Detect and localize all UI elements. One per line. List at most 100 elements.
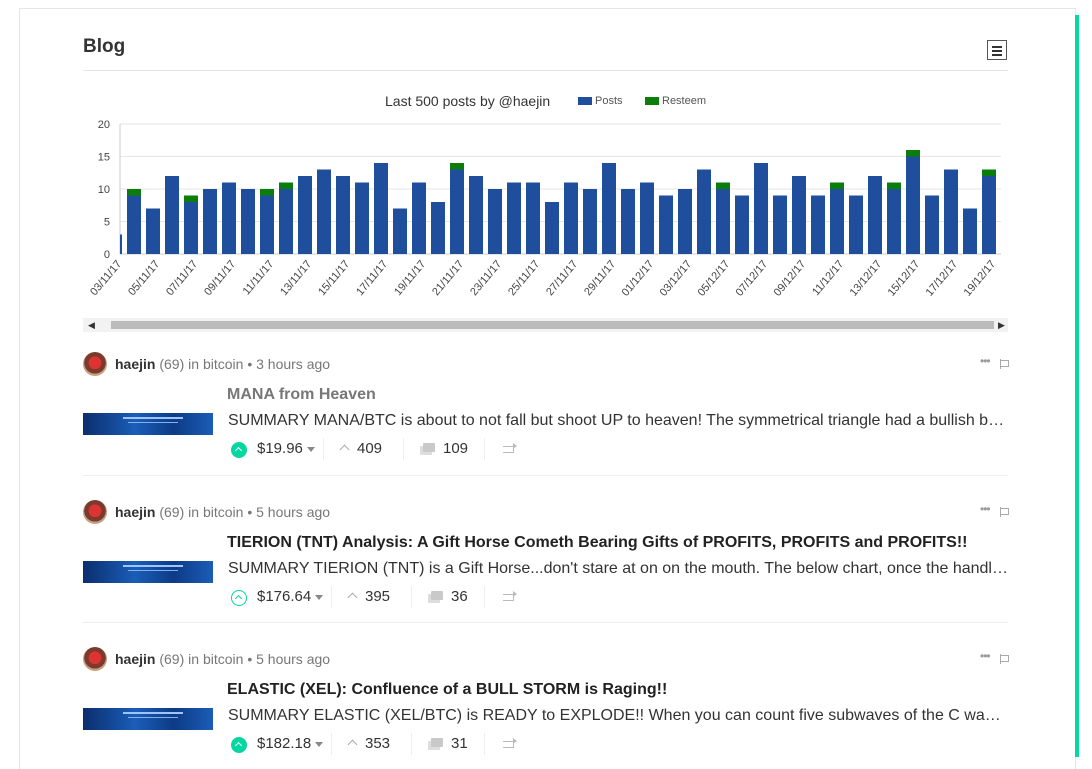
bar-resteem [716, 182, 730, 189]
divider [323, 438, 324, 460]
bar-posts [120, 234, 122, 254]
x-tick-label: 07/11/17 [164, 258, 200, 298]
comment-count[interactable]: 36 [451, 588, 468, 605]
upvote-icon[interactable] [231, 590, 247, 606]
legend-resteem[interactable]: Resteem [645, 95, 706, 107]
divider [331, 586, 332, 608]
post-divider [83, 475, 1008, 476]
avatar[interactable] [83, 352, 107, 376]
in-label: in [188, 356, 200, 372]
avatar[interactable] [83, 647, 107, 671]
x-tick-label: 23/11/17 [468, 258, 504, 298]
resteem-icon[interactable] [503, 443, 517, 453]
chart-scrollbar[interactable]: ◀ ▶ [83, 318, 1008, 332]
comment-count[interactable]: 31 [451, 735, 468, 752]
bar-posts [906, 156, 920, 254]
y-tick-label: 20 [98, 119, 110, 131]
vote-count[interactable]: 395 [365, 588, 390, 605]
legend-posts[interactable]: Posts [578, 95, 623, 107]
upvote-icon[interactable] [231, 737, 247, 753]
bar-posts [146, 208, 160, 254]
author-reputation: (69) [159, 504, 185, 520]
chart-title: Last 500 posts by @haejin [385, 93, 551, 109]
x-tick-label: 13/12/17 [848, 258, 885, 299]
payout-value: $182.18 [257, 735, 312, 752]
vote-count[interactable]: 353 [365, 735, 390, 752]
scroll-thumb[interactable] [111, 321, 994, 329]
payout[interactable]: $182.18 [257, 735, 324, 752]
comments-icon[interactable] [420, 443, 435, 455]
post-thumbnail[interactable] [83, 413, 213, 435]
author-link[interactable]: haejin [115, 504, 155, 520]
bar-posts [982, 176, 996, 254]
scroll-right-icon[interactable]: ▶ [998, 320, 1005, 331]
bar-posts [355, 182, 369, 254]
payout[interactable]: $176.64 [257, 588, 324, 605]
scroll-left-icon[interactable]: ◀ [88, 320, 95, 331]
bar-posts [716, 189, 730, 254]
comments-icon[interactable] [428, 591, 443, 603]
bar-posts [184, 202, 198, 254]
post-time[interactable]: 5 hours ago [256, 504, 330, 520]
legend-label-resteem: Resteem [662, 95, 707, 107]
bar-posts [317, 169, 331, 254]
bar-resteem [184, 195, 198, 202]
x-tick-label: 19/12/17 [962, 258, 999, 299]
post-time[interactable]: 5 hours ago [256, 651, 330, 667]
post-title[interactable]: TIERION (TNT) Analysis: A Gift Horse Com… [227, 534, 967, 552]
bar-posts [165, 176, 179, 254]
author-reputation: (69) [159, 651, 185, 667]
upvote-icon[interactable] [231, 442, 247, 458]
more-menu-icon[interactable]: ••• [980, 502, 991, 516]
more-menu-icon[interactable]: ••• [980, 354, 991, 368]
bar-posts [887, 189, 901, 254]
y-tick-label: 15 [98, 152, 110, 164]
view-toggle-icon[interactable] [987, 40, 1007, 60]
x-tick-label: 15/12/17 [886, 258, 923, 299]
y-tick-label: 0 [104, 249, 110, 261]
bar-posts [526, 182, 540, 254]
resteem-icon[interactable] [503, 591, 517, 601]
resteem-icon[interactable] [503, 738, 517, 748]
x-tick-label: 17/12/17 [924, 258, 961, 299]
avatar[interactable] [83, 500, 107, 524]
author-reputation: (69) [159, 356, 185, 372]
post-divider [83, 622, 1008, 623]
x-tick-label: 03/12/17 [658, 258, 695, 299]
category-link[interactable]: bitcoin [203, 651, 243, 667]
flag-icon[interactable] [1000, 654, 1009, 664]
author-link[interactable]: haejin [115, 356, 155, 372]
post-summary[interactable]: SUMMARY MANA/BTC is about to not fall bu… [228, 412, 1008, 430]
post-title[interactable]: ELASTIC (XEL): Confluence of a BULL STOR… [227, 681, 667, 699]
post-title[interactable]: MANA from Heaven [227, 386, 376, 404]
vote-count[interactable]: 409 [357, 440, 382, 457]
post-summary[interactable]: SUMMARY TIERION (TNT) is a Gift Horse...… [228, 560, 1008, 578]
bar-posts [393, 208, 407, 254]
author-link[interactable]: haejin [115, 651, 155, 667]
right-accent-bar [1075, 15, 1079, 757]
x-tick-label: 09/11/17 [202, 258, 238, 298]
comment-count[interactable]: 109 [443, 440, 468, 457]
bar-posts [697, 169, 711, 254]
flag-icon[interactable] [1000, 507, 1009, 517]
post-meta: haejin (69) in bitcoin • 5 hours ago [115, 504, 330, 520]
meta-bullet: • [247, 651, 253, 667]
comments-icon[interactable] [428, 738, 443, 750]
payout[interactable]: $19.96 [257, 440, 315, 457]
y-tick-label: 10 [98, 184, 110, 196]
votes-icon [339, 444, 350, 455]
meta-bullet: • [247, 356, 253, 372]
bar-posts [773, 195, 787, 254]
x-tick-label: 19/11/17 [392, 258, 428, 298]
more-menu-icon[interactable]: ••• [980, 649, 991, 663]
bar-posts [469, 176, 483, 254]
flag-icon[interactable] [1000, 359, 1009, 369]
post-time[interactable]: 3 hours ago [256, 356, 330, 372]
category-link[interactable]: bitcoin [203, 504, 243, 520]
meta-bullet: • [247, 504, 253, 520]
post-thumbnail[interactable] [83, 561, 213, 583]
post-summary[interactable]: SUMMARY ELASTIC (XEL/BTC) is READY to EX… [228, 707, 1008, 725]
x-tick-label: 17/11/17 [354, 258, 390, 298]
category-link[interactable]: bitcoin [203, 356, 243, 372]
post-thumbnail[interactable] [83, 708, 213, 730]
